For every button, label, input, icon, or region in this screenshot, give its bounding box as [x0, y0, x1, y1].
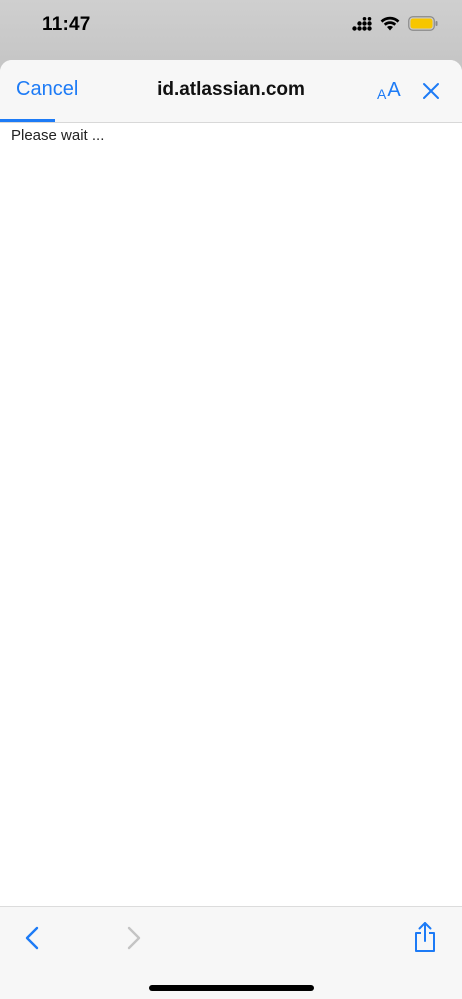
- status-icons: [352, 16, 438, 31]
- close-icon[interactable]: [422, 82, 440, 100]
- forward-chevron-icon: [127, 926, 141, 950]
- cellular-signal-icon: [352, 16, 372, 31]
- page-load-progress-bar: [0, 119, 55, 122]
- home-indicator: [149, 985, 314, 991]
- browser-nav-bar: Cancel id.atlassian.com A A: [0, 60, 462, 123]
- status-bar: 11:47: [0, 0, 462, 54]
- browser-toolbar: [0, 906, 462, 999]
- loading-message: Please wait ...: [11, 127, 105, 144]
- web-content: Please wait ...: [0, 123, 462, 903]
- text-size-large-label: A: [387, 79, 401, 101]
- battery-icon: [408, 16, 438, 31]
- back-chevron-icon[interactable]: [22, 925, 44, 951]
- browser-sheet: Cancel id.atlassian.com A A Please wait …: [0, 60, 462, 999]
- status-time: 11:47: [42, 14, 91, 35]
- text-size-small-label: A: [377, 86, 387, 102]
- screen: 11:47 Cancel id.atlassian.com A A Please…: [0, 0, 462, 999]
- share-icon[interactable]: [412, 921, 438, 953]
- wifi-icon: [380, 16, 400, 31]
- text-size-button[interactable]: A A: [377, 79, 401, 102]
